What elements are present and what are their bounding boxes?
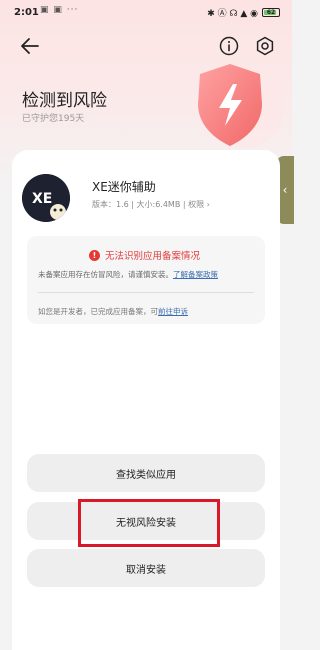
app-icon: XE	[22, 174, 70, 222]
warning-title-text: 无法识别应用备案情况	[105, 251, 201, 262]
app-name: XE迷你辅助	[92, 180, 156, 194]
appeal-link[interactable]: 前往申诉	[158, 307, 188, 316]
system-icons: ✱ Ⓐ ☊ ▲ ◉ 62	[207, 6, 280, 19]
arrow-left-icon	[21, 38, 39, 54]
connectivity-icons: ✱ Ⓐ ☊ ▲ ◉	[207, 9, 258, 19]
policy-link[interactable]: 了解备案政策	[173, 270, 218, 279]
back-button[interactable]	[18, 34, 42, 58]
cancel-install-button[interactable]: 取消安装	[27, 549, 265, 587]
info-button[interactable]	[218, 35, 240, 57]
app-logo-text: XE	[32, 191, 52, 207]
warning-title: ! 无法识别应用备案情况	[89, 248, 200, 262]
developer-note: 如您是开发者，已完成应用备案，可前往申诉	[38, 306, 188, 317]
info-icon	[219, 36, 239, 56]
app-version-info[interactable]: 版本：1.6 | 大小:6.4MB | 权限 ›	[92, 199, 210, 210]
protection-days: 已守护您195天	[22, 114, 85, 124]
developer-text: 如您是开发者，已完成应用备案，可	[38, 307, 158, 316]
battery-level: 62	[266, 9, 276, 16]
divider	[38, 292, 254, 293]
shield-warning-icon	[198, 64, 282, 148]
settings-button[interactable]	[254, 35, 276, 57]
notification-icons: ▣ ▣ ···	[40, 5, 79, 15]
highlight-box	[78, 499, 220, 547]
gear-icon	[256, 36, 274, 56]
alert-icon: !	[89, 249, 100, 261]
page-title: 检测到风险	[22, 91, 107, 111]
battery-icon: 62	[262, 8, 280, 17]
warning-text: 未备案应用存在仿冒风险，请谨慎安装。	[38, 270, 173, 279]
find-similar-button[interactable]: 查找类似应用	[27, 454, 265, 492]
status-time: 2:01	[14, 7, 39, 18]
chevron-left-icon: ‹	[282, 183, 288, 197]
app-logo-icon: XE	[22, 174, 70, 222]
status-bar: 2:01 ▣ ▣ ··· ✱ Ⓐ ☊ ▲ ◉ 62	[0, 0, 292, 26]
warning-description: 未备案应用存在仿冒风险，请谨慎安装。了解备案政策	[38, 269, 218, 280]
